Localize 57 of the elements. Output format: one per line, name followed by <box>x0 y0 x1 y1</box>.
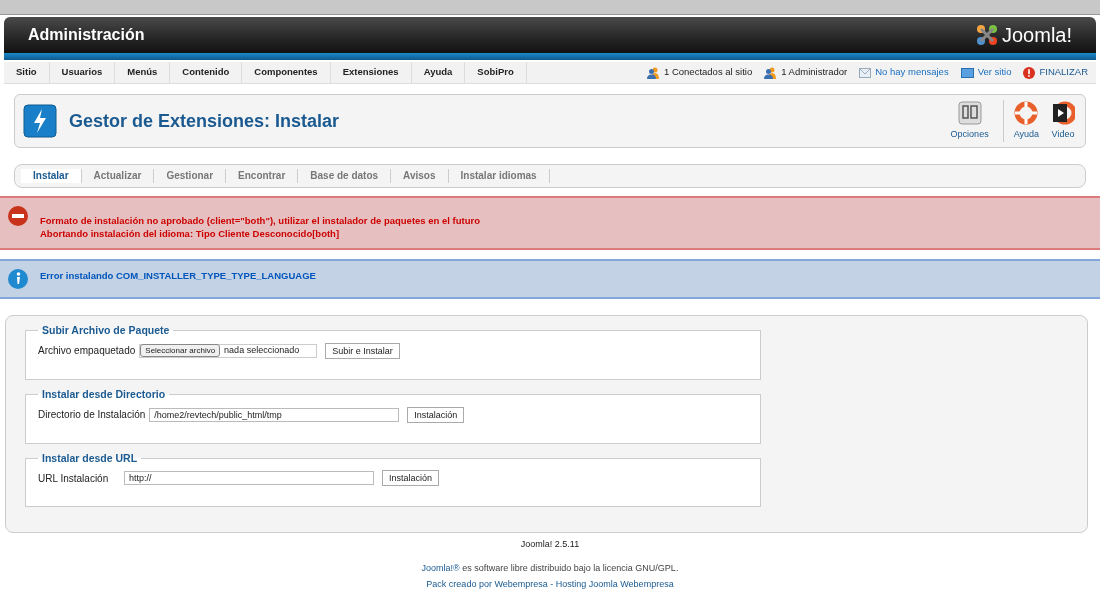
subnav-tab[interactable]: Encontrar <box>226 169 299 183</box>
field-label: Archivo empaquetado <box>38 344 136 359</box>
admin-title: Administración <box>28 25 145 45</box>
section-legend: Instalar desde URL <box>38 450 142 467</box>
subnav-tab[interactable]: Actualizar <box>81 169 155 183</box>
subnav-tab[interactable]: Instalar <box>21 169 82 183</box>
menu-item[interactable]: SobiPro <box>465 62 527 83</box>
message-text: Abortando instalación del idioma: Tipo Cliente Desconocido[both] <box>40 227 341 240</box>
menu-item[interactable]: Sitio <box>4 62 50 83</box>
logo-icon <box>975 24 998 46</box>
toolbar-button[interactable]: Video <box>1045 100 1081 142</box>
exclamation-icon <box>1023 66 1036 79</box>
video-icon <box>1051 100 1075 125</box>
status-link[interactable]: Ver sitio <box>977 65 1012 80</box>
toolbar-button[interactable]: Ayuda <box>1007 100 1045 142</box>
field-label: URL Instalación <box>38 471 110 486</box>
subnav-tab[interactable]: Base de datos <box>298 169 392 183</box>
status-link[interactable]: FINALIZAR <box>1039 65 1088 80</box>
section-legend: Subir Archivo de Paquete <box>38 323 174 339</box>
menu-item[interactable]: Ayuda <box>411 62 466 83</box>
path-field[interactable]: http:// <box>124 471 374 486</box>
error-icon <box>8 206 28 226</box>
envelope-icon <box>859 67 872 78</box>
menu-item[interactable]: Contenido <box>170 62 243 83</box>
lightning-icon <box>23 104 57 138</box>
logo-text: Joomla! <box>1001 23 1072 48</box>
message-text: Formato de instalación no aprobado (client="both"), utilizar el instalador de paquetes en el futuro <box>40 214 480 227</box>
menu-item[interactable]: Extensiones <box>330 62 412 83</box>
install-button[interactable]: Instalación <box>407 406 465 423</box>
license-text: Joomla!® es software libre distribuido bajo la licencia GNU/GPL. <box>421 561 679 575</box>
users-icon <box>764 66 778 79</box>
section-legend: Instalar desde Directorio <box>38 386 170 403</box>
subnav-tab[interactable]: Gestionar <box>154 169 227 183</box>
credit-link[interactable]: Pack creado por Webempresa - Hosting Joomla Webempresa <box>426 578 674 592</box>
file-name: nada seleccionado <box>224 344 300 357</box>
message-text: Error instalando COM_INSTALLER_TYPE_TYPE_LANGUAGE <box>40 269 316 282</box>
options-icon <box>957 100 982 125</box>
page-title: Gestor de Extensiones: Instalar <box>69 109 340 133</box>
info-icon <box>8 269 28 289</box>
version-text: Joomla! 2.5.11 <box>520 538 580 551</box>
menu-item[interactable]: Usuarios <box>49 62 116 83</box>
path-field[interactable]: /home2/revtech/public_html/tmp <box>149 407 400 422</box>
choose-file-button[interactable]: Seleccionar archivo <box>140 344 221 358</box>
install-button[interactable]: Subir e Instalar <box>325 342 400 359</box>
menu-item[interactable]: Menús <box>115 62 171 83</box>
subnav-tab[interactable]: Avisos <box>391 169 449 183</box>
lifebuoy-icon <box>1014 100 1039 125</box>
status-link[interactable]: No hay mensajes <box>875 65 949 80</box>
file-field[interactable]: Seleccionar archivo nada seleccionado <box>139 343 318 358</box>
toolbar-button[interactable]: Opciones <box>944 100 995 142</box>
subnav-tab[interactable]: Instalar idiomas <box>448 169 550 183</box>
users-icon <box>647 66 660 79</box>
install-button[interactable]: Instalación <box>382 470 440 487</box>
menu-item[interactable]: Componentes <box>242 62 331 83</box>
field-label: Directorio de Instalación <box>38 408 146 422</box>
monitor-icon <box>960 67 974 78</box>
joomla-link[interactable]: Joomla!® <box>421 562 460 573</box>
